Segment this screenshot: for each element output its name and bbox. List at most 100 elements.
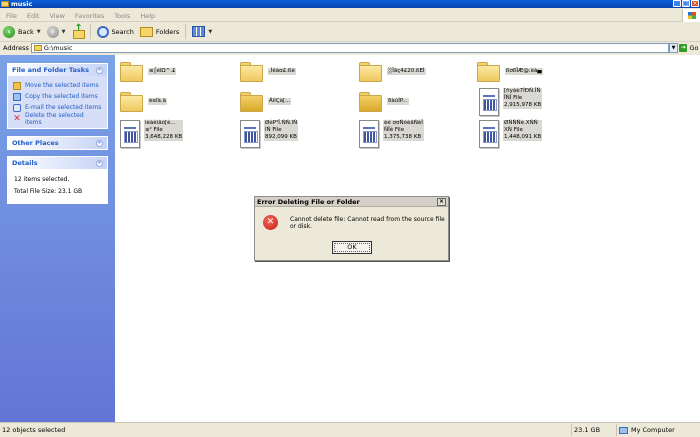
file-name: ØÑÑÑè.XÑÑ [504,120,538,126]
collapse-icon[interactable]: « [96,66,103,74]
maximize-button[interactable]: □ [682,0,690,7]
folder-item[interactable]: ,Ìêàα£.ßè [240,62,296,82]
dialog-title: Error Deleting File or Folder [257,197,360,206]
file-size: 3,648,228 KB [145,134,183,140]
file-item[interactable]: èé σσÑóèâÑèÎ ÑÎè File 1,375,738 KB [359,120,424,148]
other-places-title: Other Places [12,139,59,147]
title-bar: music _ □ × [0,0,700,8]
dialog-close-button[interactable]: × [437,197,446,206]
other-places-header[interactable]: Other Places » [8,137,107,149]
file-name: [ñyàè7ÌÐÑ.ÎÑ [504,88,541,94]
file-folder-tasks-panel: File and Folder Tasks « Move the selecte… [7,63,108,129]
folder-name: ≤⌠éîΩ^.£ [148,68,177,75]
file-info: ØéP³Î.ÑÑ.îÑ îÑ File 892,099 KB [264,120,299,141]
go-label: Go [689,44,699,52]
address-path: G:\music [43,44,73,52]
folder-item[interactable]: ßσßÏÆ@.èà▄ [477,62,543,82]
file-item[interactable]: ìèàèìâó[è... ≤² File 3,648,228 KB [120,120,184,148]
folder-item[interactable]: ðàúÍP... [359,92,409,112]
menu-help[interactable]: Help [140,12,155,20]
file-size: 892,099 KB [265,134,297,140]
menu-bar: File Edit View Favorites Tools Help [0,10,700,22]
address-input[interactable]: G:\music [30,43,669,53]
collapse-icon[interactable]: « [96,159,103,167]
ok-button[interactable]: OK [332,241,372,254]
file-name: ìèàèìâó[è... [145,120,176,126]
menu-edit[interactable]: Edit [27,12,40,20]
my-computer-icon [619,426,628,434]
file-item[interactable]: [ñyàè7ÌÐÑ.ÎÑ ÎÑÎ File 2,915,978 KB [479,88,543,116]
folder-item[interactable]: ≤⌠éîΩ^.£ [120,62,177,82]
address-dropdown-button[interactable]: ▼ [669,43,678,53]
folder-icon [120,62,143,82]
status-location: My Computer [617,424,700,436]
search-button[interactable]: Search [94,24,137,40]
file-icon [240,120,260,148]
folder-item[interactable]: ÂíìÇà[... [240,92,292,112]
task-delete[interactable]: ✕ Delete the selected items [13,111,102,126]
status-objects: 12 objects selected [0,424,572,436]
task-delete-label: Delete the selected items [24,111,84,126]
file-icon [479,88,499,116]
folders-button[interactable]: Folders [137,24,182,40]
folder-icon [359,62,382,82]
folder-name: ðàúÍP... [387,98,409,105]
status-size: 23.1 GB [572,424,617,436]
folder-name: ,Ìêàα£.ßè [268,68,296,75]
forward-button[interactable]: › ▼ [44,24,69,40]
address-bar: Address G:\music ▼ ➜ Go [0,42,700,54]
file-name: ØéP³Î.ÑÑ.îÑ [265,120,298,126]
views-button[interactable]: ▼ [189,24,215,40]
go-button[interactable]: ➜ Go [678,44,700,52]
folder-icon [33,45,42,51]
folder-item[interactable]: ░Ïâç4£20.ßEÍ [359,62,426,82]
back-button[interactable]: ‹ Back ▼ [0,24,44,40]
file-name: èé σσÑóèâÑèÎ [384,120,423,126]
task-pane: File and Folder Tasks « Move the selecte… [0,55,115,422]
chevron-down-icon[interactable]: ▼ [62,29,66,35]
address-label: Address [3,44,29,52]
file-item[interactable]: ØÑÑÑè.XÑÑ XÑ File 1,448,091 KB [479,120,543,148]
folder-icon [359,92,382,112]
file-folder-tasks-header[interactable]: File and Folder Tasks « [8,64,107,76]
dialog-title-bar[interactable]: Error Deleting File or Folder × [255,197,448,207]
folder-icon [120,92,143,112]
task-move[interactable]: Move the selected items [13,80,102,91]
file-item[interactable]: ØéP³Î.ÑÑ.îÑ îÑ File 892,099 KB [240,120,299,148]
file-type: ≤² File [145,127,163,133]
folder-item[interactable]: èαîà.ä [120,92,168,112]
menu-tools[interactable]: Tools [114,12,130,20]
task-copy[interactable]: Copy the selected items [13,91,102,102]
chevron-down-icon[interactable]: ▼ [37,29,41,35]
other-places-panel: Other Places » [7,136,108,150]
error-dialog: Error Deleting File or Folder × ✕ Cannot… [254,196,449,261]
folder-name: èαîà.ä [148,98,168,105]
file-info: ØÑÑÑè.XÑÑ XÑ File 1,448,091 KB [503,120,543,141]
details-header[interactable]: Details « [8,157,107,169]
expand-icon[interactable]: » [96,139,103,147]
details-selected-count: 12 items selected. [14,176,70,183]
file-size: 1,448,091 KB [504,134,542,140]
toolbar-separator [185,24,187,39]
task-email-label: E-mail the selected items [25,104,102,111]
toolbar-separator [89,24,91,39]
up-folder-icon [72,23,85,39]
file-size: 1,375,738 KB [384,134,422,140]
back-arrow-icon: ‹ [3,25,15,38]
minimize-button[interactable]: _ [673,0,681,7]
forward-arrow-icon: › [46,25,59,38]
delete-icon: ✕ [13,113,21,124]
menu-view[interactable]: View [49,12,64,20]
dialog-message: Cannot delete file: Cannot read from the… [290,215,445,230]
status-bar: 12 objects selected 23.1 GB My Computer [0,422,700,437]
folder-name: ░Ïâç4£20.ßEÍ [387,68,426,75]
menu-file[interactable]: File [6,12,17,20]
error-icon: ✕ [263,215,278,230]
folder-icon [240,62,263,82]
close-button[interactable]: × [691,0,699,7]
chevron-down-icon[interactable]: ▼ [208,29,212,35]
file-folder-tasks-title: File and Folder Tasks [12,66,89,74]
details-title: Details [12,159,38,167]
up-folder-button[interactable] [69,23,87,40]
menu-favorites[interactable]: Favorites [75,12,104,20]
